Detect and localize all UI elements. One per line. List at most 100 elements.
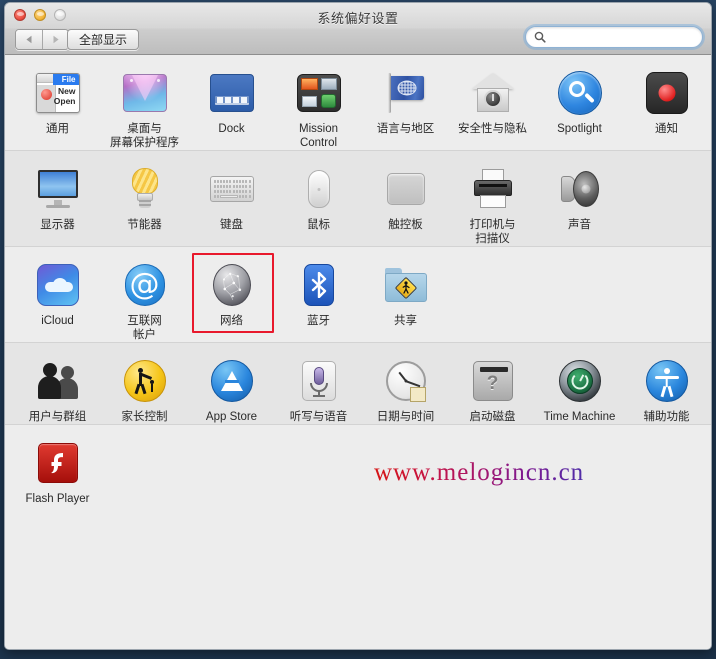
network-mesh-lines <box>222 273 240 301</box>
security-privacy-icon <box>469 69 517 117</box>
spotlight-icon <box>556 69 604 117</box>
system-preferences-window: 系统偏好设置 全部显示 File New Open 通用 桌面与 屏幕保护程序 … <box>4 2 712 650</box>
pref-pane-label: 声音 <box>568 219 591 231</box>
flash-f-glyph-icon <box>50 453 63 474</box>
bluetooth-glyph-icon <box>311 272 326 298</box>
pref-pane-label: 触控板 <box>388 219 423 231</box>
pane-row-other: Flash Player <box>5 425 711 506</box>
parental-controls-icon <box>121 357 169 405</box>
forward-button[interactable] <box>42 30 68 49</box>
pref-pane-trackpad[interactable]: 触控板 <box>362 151 449 246</box>
pref-pane-keyboard[interactable]: 键盘 <box>188 151 275 246</box>
pref-pane-label: 语言与地区 <box>376 123 435 135</box>
pref-pane-network[interactable]: 网络 <box>188 247 275 342</box>
pref-pane-label: 互联网 帐户 <box>127 315 162 341</box>
pref-pane-label: 网络 <box>220 315 243 327</box>
pref-pane-sharing[interactable]: 共享 <box>362 247 449 342</box>
pref-pane-desktop-screensaver[interactable]: 桌面与 屏幕保护程序 <box>101 55 188 150</box>
pref-pane-printers-scanners[interactable]: 打印机与 扫描仪 <box>449 151 536 246</box>
pane-row-personal: File New Open 通用 桌面与 屏幕保护程序 Dock Mission… <box>5 55 711 151</box>
pref-pane-label: 日期与时间 <box>376 411 435 423</box>
search-field[interactable] <box>525 26 703 48</box>
pref-pane-label: 蓝牙 <box>307 315 330 327</box>
pedestrian-glyph-icon <box>402 281 410 294</box>
window-titlebar: 系统偏好设置 全部显示 <box>5 3 711 55</box>
pref-pane-label: 辅助功能 <box>643 411 690 423</box>
preference-panes-grid: File New Open 通用 桌面与 屏幕保护程序 Dock Mission… <box>5 55 711 649</box>
pref-pane-label: 节能器 <box>127 219 162 231</box>
pref-pane-dock[interactable]: Dock <box>188 55 275 150</box>
users-groups-icon <box>34 357 82 405</box>
back-button[interactable] <box>16 30 42 49</box>
pref-pane-label: Dock <box>218 123 245 135</box>
pref-pane-label: 用户与群组 <box>28 411 87 423</box>
pref-pane-internet-accounts[interactable]: @ 互联网 帐户 <box>101 247 188 342</box>
mouse-icon <box>295 165 343 213</box>
notifications-icon <box>643 69 691 117</box>
pref-pane-label: 通知 <box>655 123 678 135</box>
search-icon <box>534 31 546 43</box>
search-input[interactable] <box>550 30 694 44</box>
pref-pane-label: 鼠标 <box>307 219 330 231</box>
pref-pane-date-time[interactable]: 日期与时间 <box>362 343 449 424</box>
pref-pane-label: 键盘 <box>220 219 243 231</box>
pref-pane-general[interactable]: File New Open 通用 <box>14 55 101 150</box>
pref-pane-label: Flash Player <box>25 493 90 505</box>
pane-row-hardware: 显示器 节能器 键盘 鼠标 触控板 打印机与 扫描仪 声音 <box>5 151 711 247</box>
icloud-icon <box>34 261 82 309</box>
network-icon <box>208 261 256 309</box>
sound-icon <box>556 165 604 213</box>
pref-pane-flash-player[interactable]: Flash Player <box>14 425 101 506</box>
pref-pane-icloud[interactable]: iCloud <box>14 247 101 342</box>
pref-pane-users-groups[interactable]: 用户与群组 <box>14 343 101 424</box>
printers-scanners-icon <box>469 165 517 213</box>
pref-pane-label: Mission Control <box>299 123 338 149</box>
pref-pane-label: 桌面与 屏幕保护程序 <box>110 123 179 149</box>
pref-pane-mission-control[interactable]: Mission Control <box>275 55 362 150</box>
pref-pane-sound[interactable]: 声音 <box>536 151 623 246</box>
startup-disk-icon: ? <box>469 357 517 405</box>
displays-icon <box>34 165 82 213</box>
chevron-left-icon <box>25 35 31 44</box>
show-all-label: 全部显示 <box>79 33 128 47</box>
pref-pane-displays[interactable]: 显示器 <box>14 151 101 246</box>
pref-pane-app-store[interactable]: App Store <box>188 343 275 424</box>
pref-pane-startup-disk[interactable]: ? 启动磁盘 <box>449 343 536 424</box>
flash-player-icon <box>34 439 82 487</box>
window-title: 系统偏好设置 <box>317 11 399 26</box>
mission-control-icon <box>295 69 343 117</box>
pref-pane-time-machine[interactable]: Time Machine <box>536 343 623 424</box>
pref-pane-language-region[interactable]: 语言与地区 <box>362 55 449 150</box>
pref-pane-notifications[interactable]: 通知 <box>623 55 710 150</box>
pref-pane-label: 家长控制 <box>121 411 168 423</box>
bluetooth-icon <box>295 261 343 309</box>
general-icon: File New Open <box>34 69 82 117</box>
show-all-button[interactable]: 全部显示 <box>67 29 140 50</box>
pref-pane-accessibility[interactable]: 辅助功能 <box>623 343 710 424</box>
dock-icon <box>208 69 256 117</box>
pref-pane-label: iCloud <box>41 315 74 327</box>
pref-pane-mouse[interactable]: 鼠标 <box>275 151 362 246</box>
energy-saver-icon <box>121 165 169 213</box>
pane-row-system: 用户与群组 家长控制 App Store 听写与语音 日期与时间 ? 启动磁盘 … <box>5 343 711 425</box>
pref-pane-label: 启动磁盘 <box>469 411 516 423</box>
pref-pane-dictation-speech[interactable]: 听写与语音 <box>275 343 362 424</box>
pref-pane-spotlight[interactable]: Spotlight <box>536 55 623 150</box>
pref-pane-label: 显示器 <box>40 219 75 231</box>
desktop-screensaver-icon <box>121 69 169 117</box>
pref-pane-label: Time Machine <box>543 411 616 423</box>
trackpad-icon <box>382 165 430 213</box>
date-time-icon <box>382 357 430 405</box>
keyboard-icon <box>208 165 256 213</box>
language-region-icon <box>382 69 430 117</box>
pref-pane-bluetooth[interactable]: 蓝牙 <box>275 247 362 342</box>
pref-pane-label: 安全性与隐私 <box>458 123 527 135</box>
pref-pane-label: Spotlight <box>557 123 602 135</box>
sharing-icon <box>382 261 430 309</box>
pref-pane-energy-saver[interactable]: 节能器 <box>101 151 188 246</box>
pref-pane-label: 通用 <box>46 123 69 135</box>
pref-pane-label: 打印机与 扫描仪 <box>469 219 516 245</box>
pref-pane-label: 听写与语音 <box>289 411 348 423</box>
pref-pane-security-privacy[interactable]: 安全性与隐私 <box>449 55 536 150</box>
pref-pane-parental-controls[interactable]: 家长控制 <box>101 343 188 424</box>
